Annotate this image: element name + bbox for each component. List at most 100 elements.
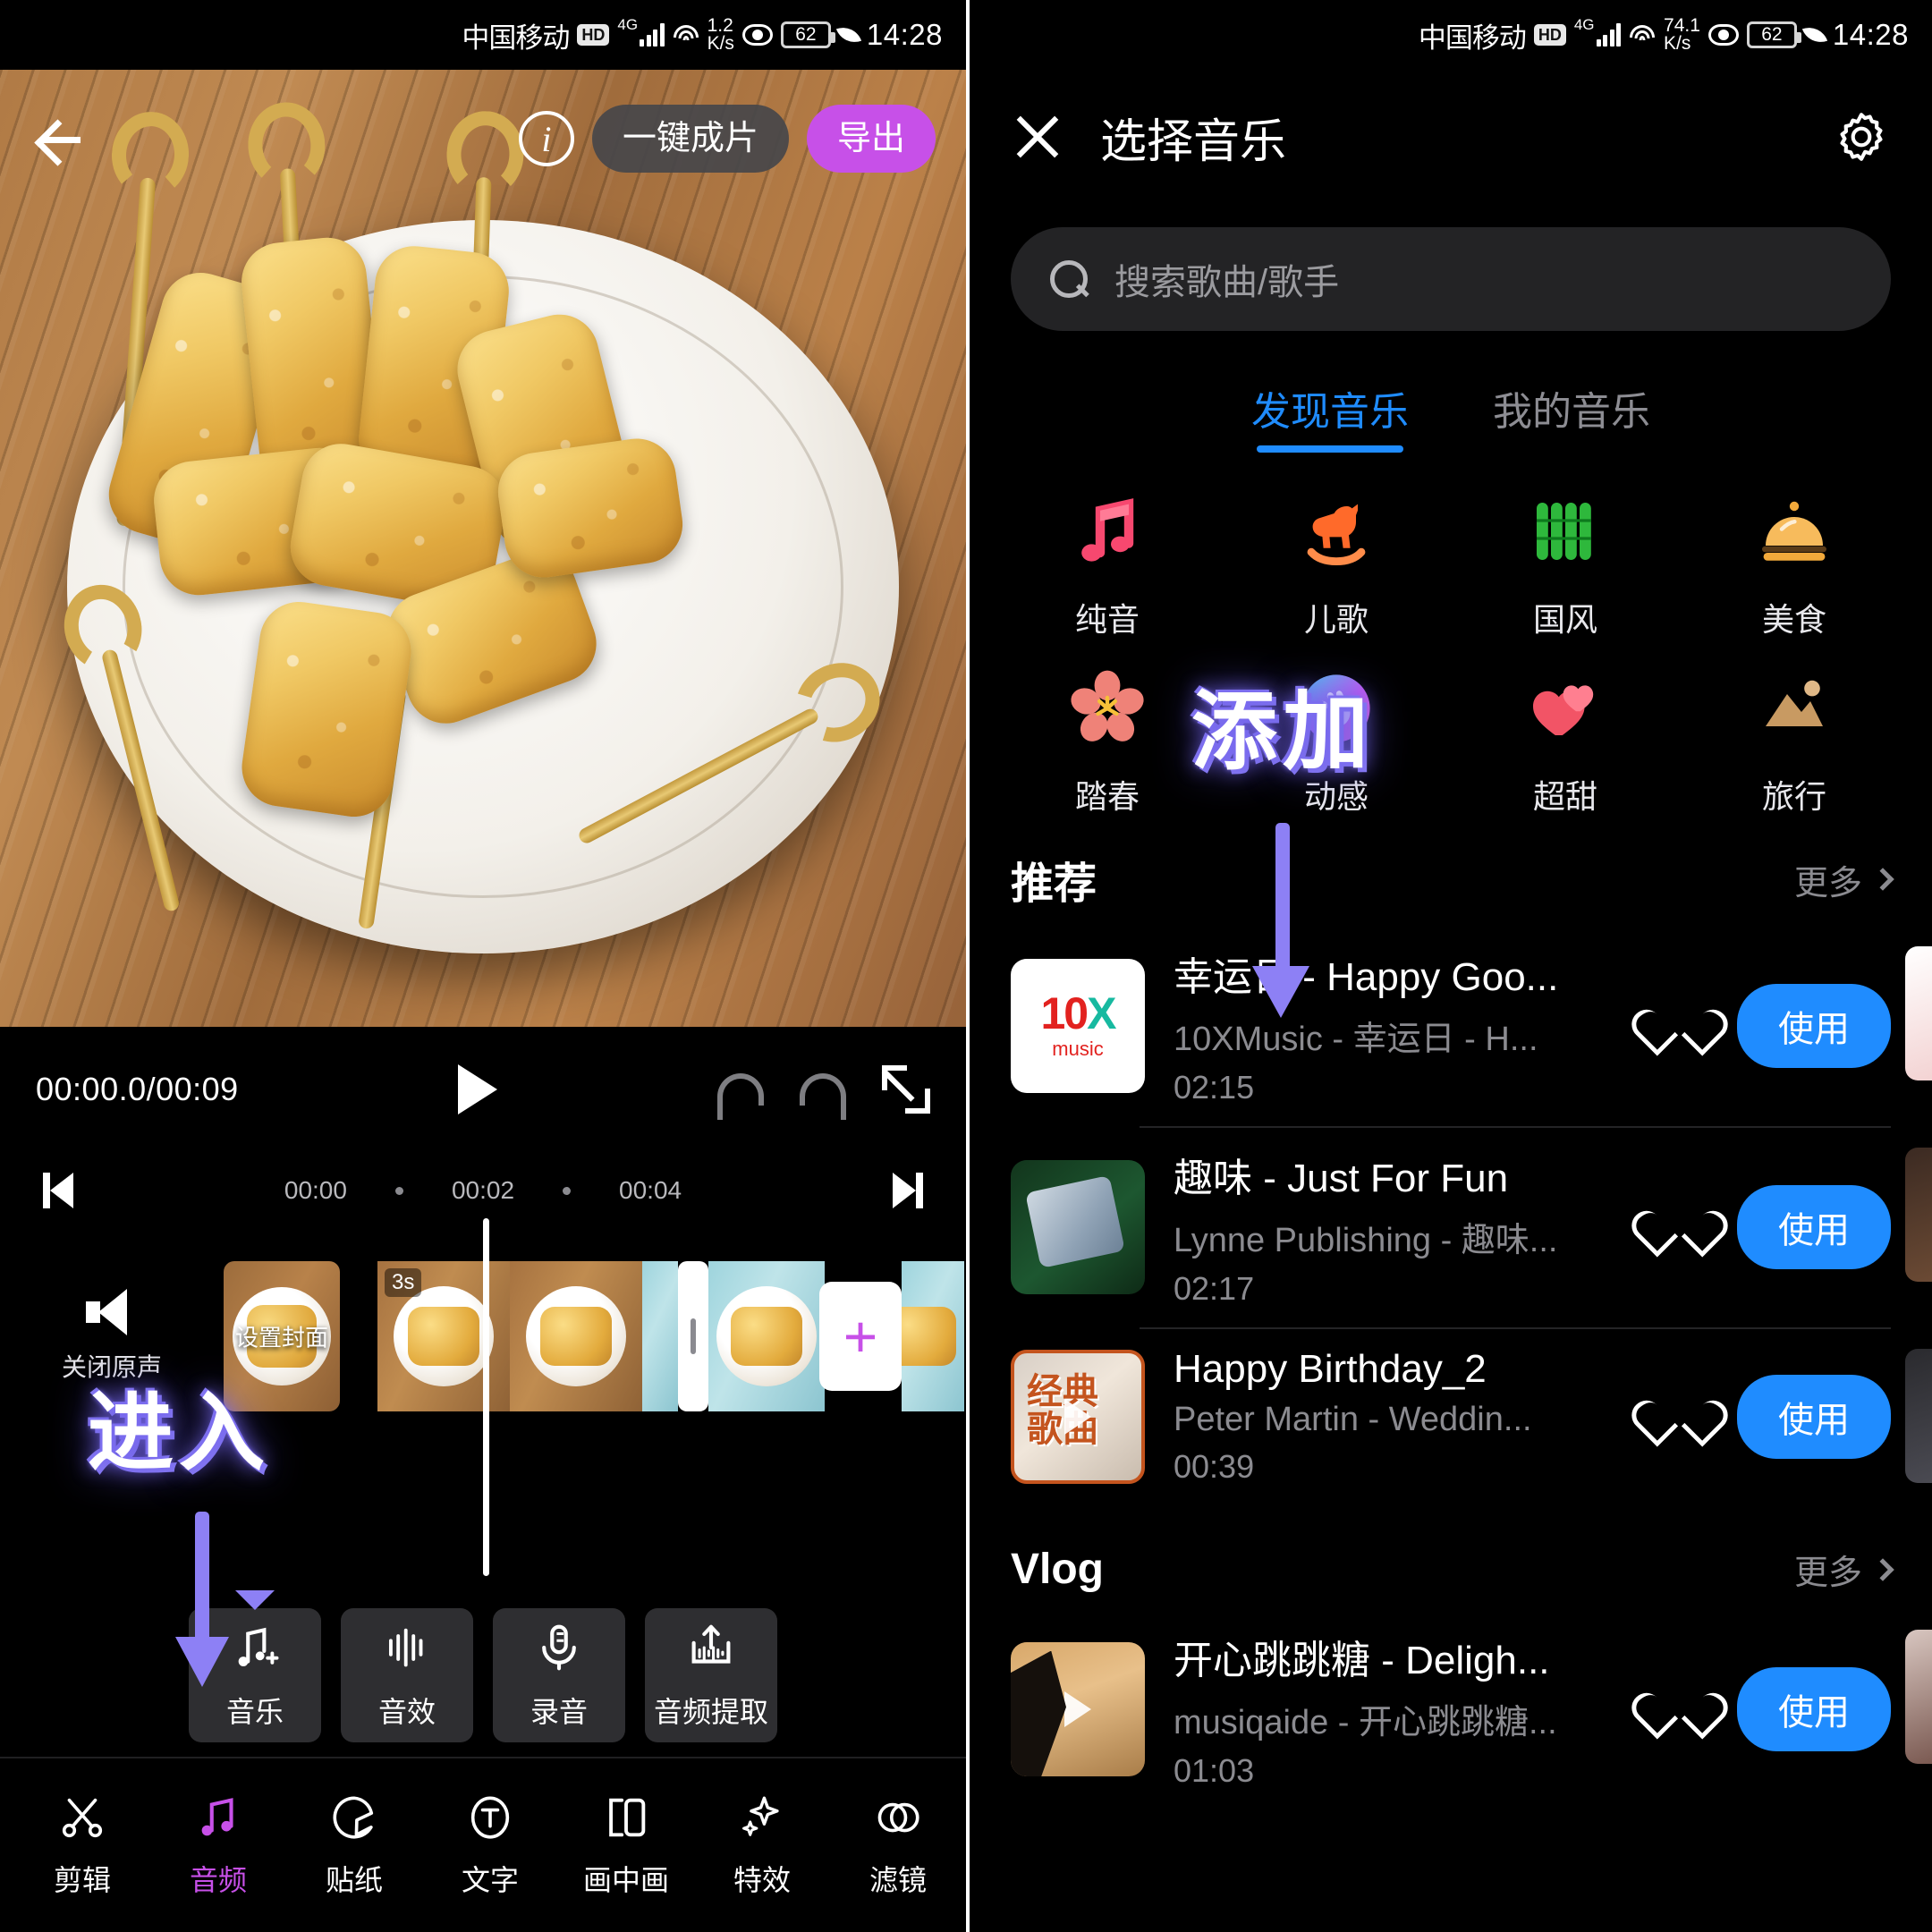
wifi-icon <box>1629 23 1656 47</box>
video-clip[interactable] <box>885 1261 964 1411</box>
category-label: 旅行 <box>1761 778 1826 815</box>
skip-to-end-icon[interactable] <box>891 1173 923 1208</box>
power-saving-leaf-icon <box>835 21 862 48</box>
video-clips[interactable]: 3s + <box>377 1261 966 1411</box>
mute-original-audio-button[interactable]: 关闭原声 <box>0 1289 224 1384</box>
carrier-label: 中国移动 <box>462 21 570 54</box>
song-title: 开心跳跳糖 - Deligh... <box>1174 1639 1550 1682</box>
album-art-logo: 10X <box>1040 987 1117 1038</box>
clip-duration-badge: 3s <box>385 1268 422 1297</box>
fullscreen-icon[interactable] <box>881 1065 931 1114</box>
favorite-heart-icon[interactable] <box>1651 1682 1708 1736</box>
set-cover-button[interactable]: 设置封面 <box>224 1261 340 1411</box>
album-art[interactable]: 经典 歌曲 <box>1011 1349 1145 1484</box>
clock-label: 14:28 <box>1832 18 1909 51</box>
list-item[interactable]: 经典 歌曲 Happy Birthday_2 Peter Martin - Wed… <box>970 1327 1932 1505</box>
favorite-heart-icon[interactable] <box>1651 1200 1708 1254</box>
ruler-tick: 00:00 <box>284 1176 347 1204</box>
album-art[interactable]: 10X music <box>1011 958 1145 1093</box>
category-chinese-style[interactable]: 国风 <box>1451 485 1680 640</box>
play-icon[interactable] <box>458 1064 498 1114</box>
signal-bars-icon <box>640 23 665 47</box>
category-dynamic[interactable]: 动感 <box>1222 662 1451 818</box>
battery-icon: 62 <box>1746 21 1801 48</box>
microphone-icon <box>542 1624 576 1671</box>
album-art[interactable] <box>1011 1641 1145 1776</box>
category-food[interactable]: 美食 <box>1680 485 1909 640</box>
undo-icon[interactable] <box>717 1073 765 1120</box>
tab-my-music[interactable]: 我的音乐 <box>1493 379 1650 453</box>
nav-item-pip[interactable]: 画中画 <box>558 1792 694 1899</box>
more-link[interactable]: 更多 <box>1793 1545 1894 1594</box>
nav-item-edit[interactable]: 剪辑 <box>14 1792 150 1899</box>
use-button[interactable]: 使用 <box>1737 983 1891 1068</box>
next-card-peek <box>1905 1148 1932 1282</box>
auto-edit-button[interactable]: 一键成片 <box>591 105 789 173</box>
skip-to-start-icon[interactable] <box>43 1173 75 1208</box>
close-icon[interactable] <box>1013 112 1063 162</box>
nav-item-effects[interactable]: 特效 <box>694 1792 830 1899</box>
song-list-recommended: 10X music 幸运日 - Happy Goo... 10XMusic - … <box>970 925 1932 1505</box>
favorite-heart-icon[interactable] <box>1651 1390 1708 1444</box>
nav-item-sticker[interactable]: 贴纸 <box>286 1792 422 1899</box>
redo-icon[interactable] <box>800 1073 847 1120</box>
info-icon[interactable]: i <box>518 111 574 166</box>
video-clip[interactable] <box>708 1261 825 1411</box>
add-clip-button[interactable]: + <box>819 1282 902 1391</box>
clip-handle[interactable] <box>678 1261 708 1411</box>
use-button[interactable]: 使用 <box>1737 1184 1891 1269</box>
section-header-vlog: Vlog 更多 <box>970 1545 1932 1594</box>
audio-tool-sound-effect[interactable]: 音效 <box>341 1608 473 1742</box>
export-button[interactable]: 导出 <box>806 105 936 173</box>
section-header-recommended: 推荐 更多 <box>970 848 1932 911</box>
video-clip[interactable] <box>510 1261 642 1411</box>
fried-food-piece <box>493 433 688 583</box>
play-icon <box>1064 1398 1091 1435</box>
video-preview[interactable]: i 一键成片 导出 <box>0 70 966 1027</box>
video-clip[interactable]: 3s <box>377 1261 510 1411</box>
audio-tool-extract[interactable]: 音频提取 <box>645 1608 777 1742</box>
song-title: 幸运日 - Happy Goo... <box>1174 955 1559 999</box>
song-info: 幸运日 - Happy Goo... 10XMusic - 幸运日 - H...… <box>1174 945 1623 1106</box>
music-picker-header: 选择音乐 <box>970 70 1932 204</box>
list-item[interactable]: 趣味 - Just For Fun Lynne Publishing - 趣味.… <box>970 1126 1932 1327</box>
network-speed-value: 74.1 <box>1664 15 1700 37</box>
use-button[interactable]: 使用 <box>1737 1374 1891 1459</box>
nav-item-text[interactable]: 文字 <box>422 1792 558 1899</box>
category-sweet[interactable]: 超甜 <box>1451 662 1680 818</box>
list-item[interactable]: 开心跳跳糖 - Deligh... musiqaide - 开心跳跳糖... 0… <box>970 1608 1932 1809</box>
section-title: 推荐 <box>1011 860 1097 908</box>
audio-tool-record[interactable]: 录音 <box>493 1608 625 1742</box>
list-item[interactable]: 10X music 幸运日 - Happy Goo... 10XMusic - … <box>970 925 1932 1126</box>
next-card-peek <box>1905 1630 1932 1764</box>
nav-label: 滤镜 <box>869 1864 927 1896</box>
network-speed: 1.2 K/s <box>708 16 734 53</box>
album-art[interactable] <box>1011 1159 1145 1294</box>
category-pure-music[interactable]: 纯音 <box>993 485 1222 640</box>
category-kids-songs[interactable]: 儿歌 <box>1222 485 1451 640</box>
audio-tool-music[interactable]: 音乐 <box>189 1590 321 1742</box>
network-type-label: 4G <box>1573 16 1595 33</box>
signal-icon: 4G <box>617 16 665 47</box>
gear-icon[interactable] <box>1834 109 1889 165</box>
dance-hands-icon <box>1290 662 1383 755</box>
search-input[interactable]: 搜索歌曲/歌手 <box>1011 227 1891 331</box>
back-arrow-icon[interactable] <box>30 110 88 167</box>
use-button[interactable]: 使用 <box>1737 1666 1891 1751</box>
category-label: 动感 <box>1303 778 1368 815</box>
nav-item-filter[interactable]: 滤镜 <box>830 1792 966 1899</box>
more-label: 更多 <box>1793 1555 1862 1592</box>
timeline-track-area[interactable]: 关闭原声 设置封面 3s + 进入 <box>0 1218 966 1687</box>
song-title: 趣味 - Just For Fun <box>1174 1157 1509 1200</box>
nav-item-audio[interactable]: 音频 <box>150 1792 286 1899</box>
song-duration: 02:17 <box>1174 1270 1255 1307</box>
playhead[interactable] <box>483 1218 489 1576</box>
category-travel[interactable]: 旅行 <box>1680 662 1909 818</box>
tab-discover-music[interactable]: 发现音乐 <box>1251 379 1409 453</box>
more-link[interactable]: 更多 <box>1794 855 1894 904</box>
favorite-heart-icon[interactable] <box>1651 999 1708 1053</box>
song-duration: 01:03 <box>1174 1752 1255 1789</box>
category-spring[interactable]: 踏春 <box>993 662 1222 818</box>
page-title: 选择音乐 <box>1100 115 1287 168</box>
network-speed-unit: K/s <box>1664 33 1691 54</box>
